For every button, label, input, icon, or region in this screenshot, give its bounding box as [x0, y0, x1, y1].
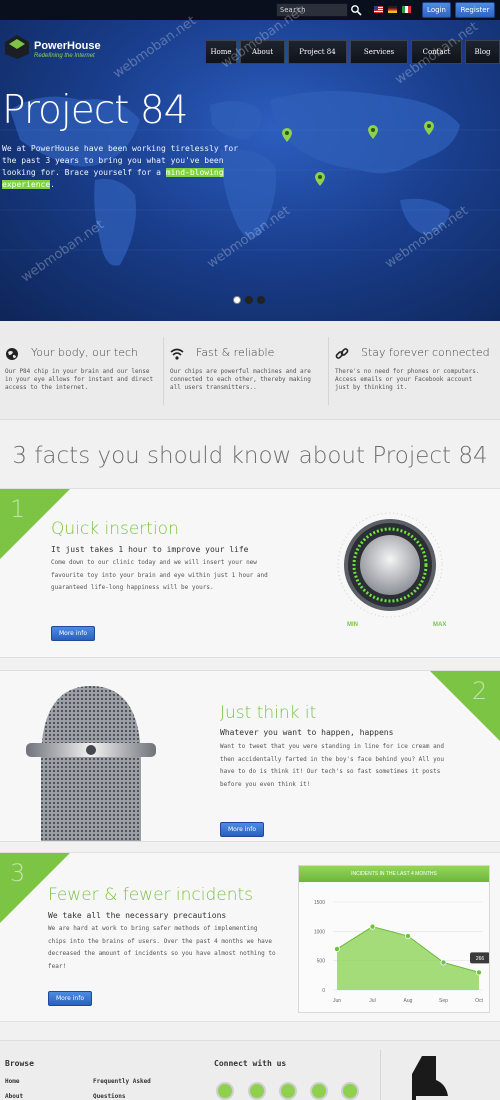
map-pin-icon: [282, 128, 292, 142]
email-icon[interactable]: [341, 1082, 359, 1100]
nav-services[interactable]: Services: [350, 40, 408, 64]
chart-y-tick-label: 1000: [314, 929, 325, 935]
fact-text: We are hard at work to bring safer metho…: [48, 925, 276, 970]
skype-icon[interactable]: [279, 1082, 297, 1100]
feature-text: Our chips are powerful machines and are …: [170, 368, 311, 391]
fact-title: Fewer & fewer incidents: [48, 885, 254, 905]
chart-y-tick-label: 1500: [314, 900, 325, 906]
more-info-button[interactable]: More info: [48, 991, 92, 1006]
feature-text: Our P84 chip in your brain and our lense…: [5, 368, 154, 391]
slider-dot[interactable]: [245, 296, 253, 304]
corner-ribbon: [430, 671, 500, 741]
nav-about[interactable]: About: [240, 40, 285, 64]
fact-number: 2: [472, 677, 488, 705]
chart-x-tick-label: Jun: [333, 998, 341, 1004]
brand-tagline: Redefining the Internet: [34, 53, 95, 59]
microphone-image: [26, 686, 156, 841]
fact-text: Come down to our clinic today and we wil…: [51, 559, 268, 591]
more-info-button[interactable]: More info: [220, 822, 264, 837]
slider-dot[interactable]: [257, 296, 265, 304]
chart-point: [405, 933, 412, 940]
us-flag-icon[interactable]: [374, 6, 383, 13]
login-button[interactable]: Login: [422, 2, 451, 18]
footer-link-questions[interactable]: Questions: [93, 1093, 126, 1100]
footer-divider: [380, 1050, 381, 1100]
chart-callout-label: 266: [476, 956, 485, 962]
chart-x-tick-label: Sep: [439, 998, 448, 1004]
section-title: 3 facts you should know about Project 84: [12, 443, 488, 469]
fact-subtitle: It just takes 1 hour to improve your lif…: [51, 545, 249, 554]
linkedin-icon[interactable]: [310, 1082, 328, 1100]
feature-text: There's no need for phones or computers.…: [335, 368, 480, 391]
footer-link-home[interactable]: Home: [5, 1078, 19, 1085]
map-pin-icon: [368, 125, 378, 139]
link-icon: [335, 348, 349, 359]
divider: [163, 337, 164, 405]
footer-link-about[interactable]: About: [5, 1093, 23, 1100]
fact-title: Quick insertion: [51, 519, 179, 539]
chart-title: INCIDENTS IN THE LAST 4 MONTHS: [299, 866, 489, 882]
feature-item: Fast & reliable Our chips are powerful m…: [170, 333, 318, 413]
chart-y-tick-label: 0: [322, 988, 325, 994]
slider-dot[interactable]: [233, 296, 241, 304]
feature-title: Stay forever connected: [361, 346, 490, 359]
facebook-icon[interactable]: [216, 1082, 234, 1100]
twitter-icon[interactable]: [248, 1082, 266, 1100]
wifi-icon: [170, 348, 184, 360]
browse-heading: Browse: [5, 1059, 34, 1068]
fact-card-1: 1 Quick insertion It just takes 1 hour t…: [0, 488, 500, 658]
fact-subtitle: We take all the necessary precautions: [48, 911, 227, 920]
dial-min-label: MIN: [347, 622, 358, 628]
hero-text: We at PowerHouse have been working tirel…: [2, 144, 239, 189]
nav-contact[interactable]: Contact: [411, 40, 462, 64]
feature-item: Stay forever connected There's no need f…: [335, 333, 490, 413]
features-strip: Your body, our tech Our P84 chip in your…: [0, 321, 500, 420]
nav-home[interactable]: Home: [205, 40, 237, 64]
connect-heading: Connect with us: [214, 1059, 287, 1068]
feature-title: Fast & reliable: [196, 346, 275, 359]
dial-max-label: MAX: [433, 622, 447, 628]
powerhouse-logo-icon[interactable]: [4, 34, 30, 60]
nav-blog[interactable]: Blog: [465, 40, 500, 64]
fact-subtitle: Whatever you want to happen, happens: [220, 728, 394, 737]
chart-y-tick-label: 500: [317, 959, 326, 965]
de-flag-icon[interactable]: [388, 6, 397, 13]
hero-banner: Search Login Register PowerHouse Redefin…: [0, 0, 500, 321]
fact-text: Want to tweet that you were standing in …: [220, 743, 444, 788]
fact-card-2: 2 Just think it Whatever you want to hap…: [0, 670, 500, 842]
boot-icon: [412, 1056, 448, 1100]
chart-x-tick-label: Aug: [404, 998, 413, 1004]
feature-title: Your body, our tech: [31, 346, 138, 359]
map-pin-icon: [315, 172, 325, 186]
fact-number: 1: [10, 495, 26, 523]
chart-point: [334, 945, 341, 952]
search-input[interactable]: Search: [276, 3, 348, 17]
more-info-button[interactable]: More info: [51, 626, 95, 641]
register-button[interactable]: Register: [455, 2, 495, 18]
divider: [328, 337, 329, 405]
feature-item: Your body, our tech Our P84 chip in your…: [5, 333, 155, 413]
it-flag-icon[interactable]: [402, 6, 411, 13]
hero-title: Project 84: [2, 88, 188, 133]
chart-x-tick-label: Jul: [369, 998, 375, 1004]
fact-title: Just think it: [220, 703, 317, 723]
chart-point: [475, 969, 482, 976]
incidents-chart: INCIDENTS IN THE LAST 4 MONTHS 1500 1000 5…: [298, 865, 490, 1013]
chart-point: [369, 923, 376, 930]
fact-number: 3: [10, 859, 26, 887]
chart-x-tick-label: Oct: [475, 998, 483, 1004]
footer-link-faq[interactable]: Frequently Asked: [93, 1078, 151, 1085]
brand-name[interactable]: PowerHouse: [34, 40, 101, 52]
nav-project-84[interactable]: Project 84: [288, 40, 347, 64]
search-icon[interactable]: [350, 4, 362, 16]
volume-dial-image: [337, 512, 443, 618]
globe-icon: [6, 348, 18, 360]
map-pin-icon: [424, 121, 434, 135]
chart-plot: 1500 1000 500 0 Jun Jul Aug Sep Oct 266: [314, 900, 489, 1004]
chart-point: [440, 959, 447, 966]
